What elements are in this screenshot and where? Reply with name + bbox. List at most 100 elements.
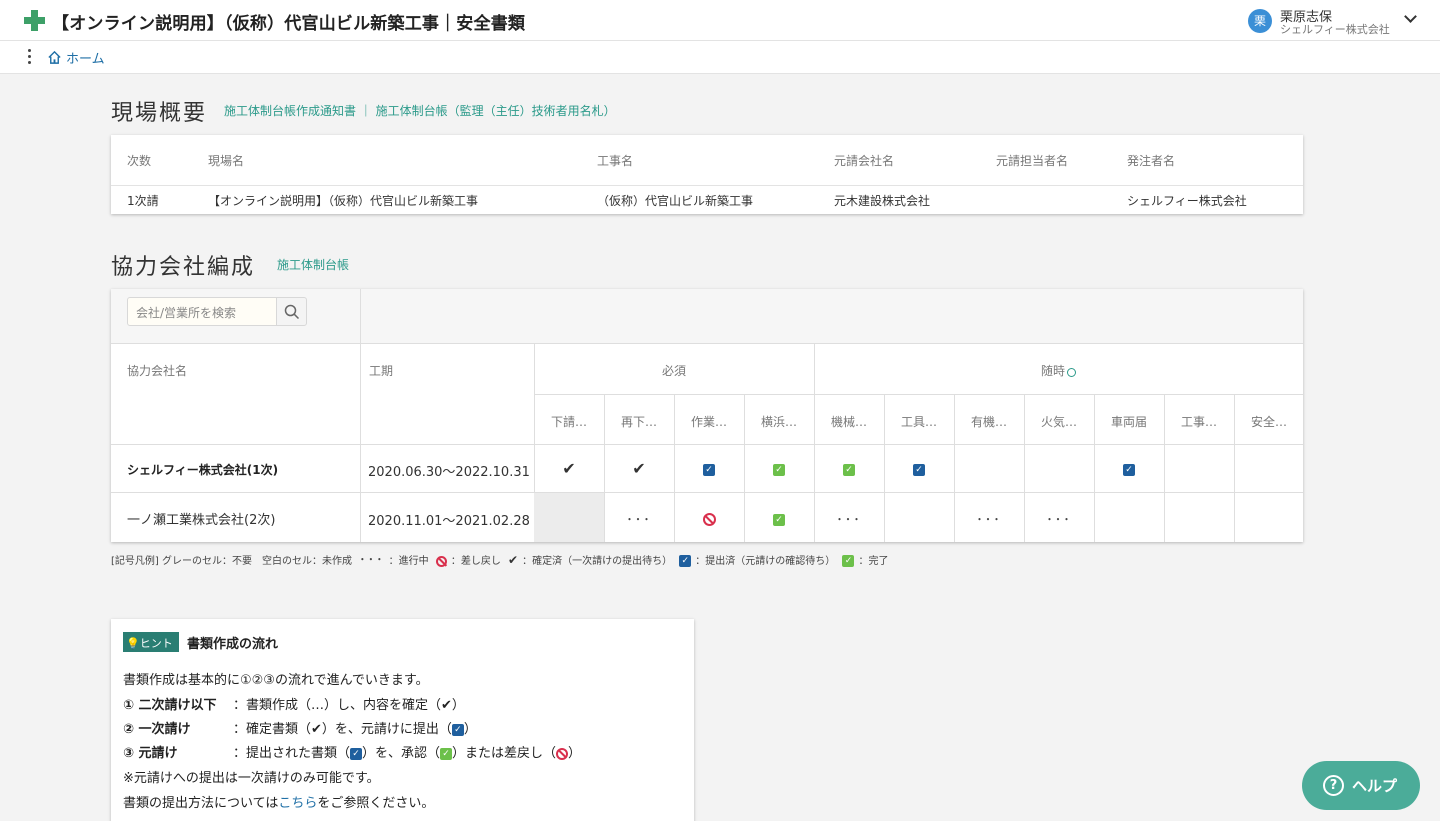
doc-column-header[interactable]: 再下… [604,413,674,430]
complete-icon: ✓ [773,513,785,526]
doc-status-cell[interactable]: ✓ [744,493,814,542]
group-header-optional: 随時 [814,362,1303,379]
doc-status-cell[interactable] [954,445,1024,492]
doc-column-header[interactable]: 工具… [884,413,954,430]
hint-step-2: ② 一次請け ：確定書類（✔）を、元請けに提出（ ✓） [123,718,477,737]
submitted-icon: ✓ [451,723,464,736]
divider [954,394,955,542]
doc-status-cell[interactable]: ✔ [604,445,674,492]
doc-status-cell[interactable] [1094,493,1164,542]
partners-table: 会社/営業所を検索 協力会社名 工期 必須 随時 下請… 再下… 作業… 横浜… 機械…… [111,289,1303,542]
submitted-icon: ✓ [913,463,925,476]
table-header: 元請担当者名 [996,154,1069,168]
home-link[interactable]: ホーム [66,48,105,67]
hint-title: 書類作成の流れ [187,637,279,652]
doc-status-cell[interactable]: ･･･ [814,493,884,542]
doc-status-cell[interactable]: ✓ [674,445,744,492]
step-text: ：提出された書類（ [233,746,351,761]
complete-icon: ✓ [440,747,453,760]
doc-status-cell[interactable]: ･･･ [1024,493,1094,542]
doc-status-cell[interactable]: ✓ [814,445,884,492]
divider [360,289,361,542]
hint-step-3: ③ 元請け ：提出された書類（ ✓ ）を、承認（ ✓ ）または差戻し（） [123,742,581,761]
divider [1024,394,1025,542]
submitted-icon: ✓ [350,747,363,760]
doc-column-header[interactable]: 作業… [674,413,744,430]
in-progress-icon: ･･･ [626,513,652,528]
step-text: ）を、承認（ [362,746,441,761]
search-input[interactable]: 会社/営業所を検索 [127,297,277,326]
search-button[interactable] [276,297,307,326]
question-icon: ? [1323,775,1344,796]
search-placeholder: 会社/営業所を検索 [136,306,237,320]
hint-card: 💡ヒント 書類作成の流れ 書類作成は基本的に①②③の流れで進んでいきます。 ① … [111,619,694,821]
in-progress-icon: ･･･ [836,513,862,528]
work-period: 2020.06.30〜2022.10.31 [368,465,530,480]
doc-status-cell[interactable] [674,493,744,542]
legend-confirmed: ：確定済（一次請けの提出待ち） [522,556,673,567]
construction-ledger-link[interactable]: 施工体制台帳 [277,256,349,273]
doc-status-cell[interactable] [1024,445,1094,492]
divider [534,394,1303,395]
overview-doc-links[interactable]: 施工体制台帳作成通知書 ｜ 施工体制台帳（監理（主任）技術者用名札） [224,102,616,119]
returned-icon [435,555,447,567]
top-bar: 【オンライン説明用】（仮称）代官山ビル新築工事｜安全書類 栗 栗原志保 シェルフ… [0,0,1440,41]
doc-status-cell[interactable]: ✓ [1094,445,1164,492]
step-text: ）または差戻し（ [452,746,557,761]
company-name[interactable]: シェルフィー株式会社(1次) [127,461,278,478]
doc-status-cell[interactable]: ✓ [744,445,814,492]
step-text: ） [463,722,477,737]
doc-status-cell[interactable] [1164,493,1234,542]
divider [1094,394,1095,542]
doc-status-cell[interactable]: ✔ [534,445,604,492]
doc-status-cell[interactable]: ･･･ [604,493,674,542]
doc-column-header[interactable]: 下請… [534,413,604,430]
doc-status-cell[interactable]: ･･･ [954,493,1024,542]
step-label: ① 二次請け以下 [123,698,217,713]
help-label: ヘルプ [1352,777,1398,795]
home-icon[interactable] [47,50,62,65]
step-text: ：書類作成（…）し、内容を確定（✔） [233,698,465,713]
legend-prefix: [記号凡例] グレーのセル：不要 空白のセル：未作成 [111,556,352,567]
doc-status-cell[interactable] [884,493,954,542]
help-button[interactable]: ? ヘルプ [1302,761,1420,810]
doc-column-header[interactable]: 機械… [814,413,884,430]
company-name[interactable]: 一ノ瀬工業株式会社(2次) [127,509,275,528]
user-menu[interactable]: 栗 栗原志保 シェルフィー株式会社 [1248,6,1423,36]
doc-status-cell[interactable] [1234,493,1304,542]
doc-column-header[interactable]: 火気… [1024,413,1094,430]
table-header: 現場名 [208,154,245,168]
step-text: ：確定書類（✔）を、元請けに提出（ [233,722,452,737]
doc-column-header[interactable]: 有機… [954,413,1024,430]
hint-intro: 書類作成は基本的に①②③の流れで進んでいきます。 [123,673,429,688]
doc-status-cell[interactable] [1234,445,1304,492]
complete-icon: ✓ [842,555,855,567]
hint-step-1: ① 二次請け以下 ：書類作成（…）し、内容を確定（✔） [123,694,465,713]
step-label: ② 一次請け [123,722,191,737]
complete-icon: ✓ [843,463,855,476]
doc-column-header[interactable]: 車両届 [1094,413,1164,430]
in-progress-icon: ･･･ [976,513,1002,528]
doc-status-cell[interactable] [1164,445,1234,492]
returned-icon [556,747,569,760]
page-title: 【オンライン説明用】（仮称）代官山ビル新築工事｜安全書類 [52,14,526,34]
table-header: 元請会社名 [834,154,895,168]
doc-column-header[interactable]: 工事… [1164,413,1234,430]
confirmed-icon: ✔ [632,459,646,478]
submitted-icon: ✓ [679,555,692,567]
hint-method-text: をご参照ください。 [317,796,435,811]
avatar: 栗 [1248,9,1272,33]
doc-column-header[interactable]: 安全… [1234,413,1304,430]
table-cell: 【オンライン説明用】（仮称）代官山ビル新築工事 [208,194,479,208]
divider [1234,394,1235,542]
doc-status-cell[interactable]: ✓ [884,445,954,492]
info-icon[interactable] [1067,368,1076,377]
hint-method-text: 書類の提出方法については [123,796,279,811]
group-header-optional-label: 随時 [1040,364,1065,378]
submitted-icon: ✓ [1123,463,1135,476]
overview-title: 現場概要 [111,101,208,126]
doc-column-header[interactable]: 横浜… [744,413,814,430]
chevron-down-icon[interactable] [1404,10,1417,23]
here-link[interactable]: こちら [278,796,317,811]
more-menu-icon[interactable] [26,49,34,65]
